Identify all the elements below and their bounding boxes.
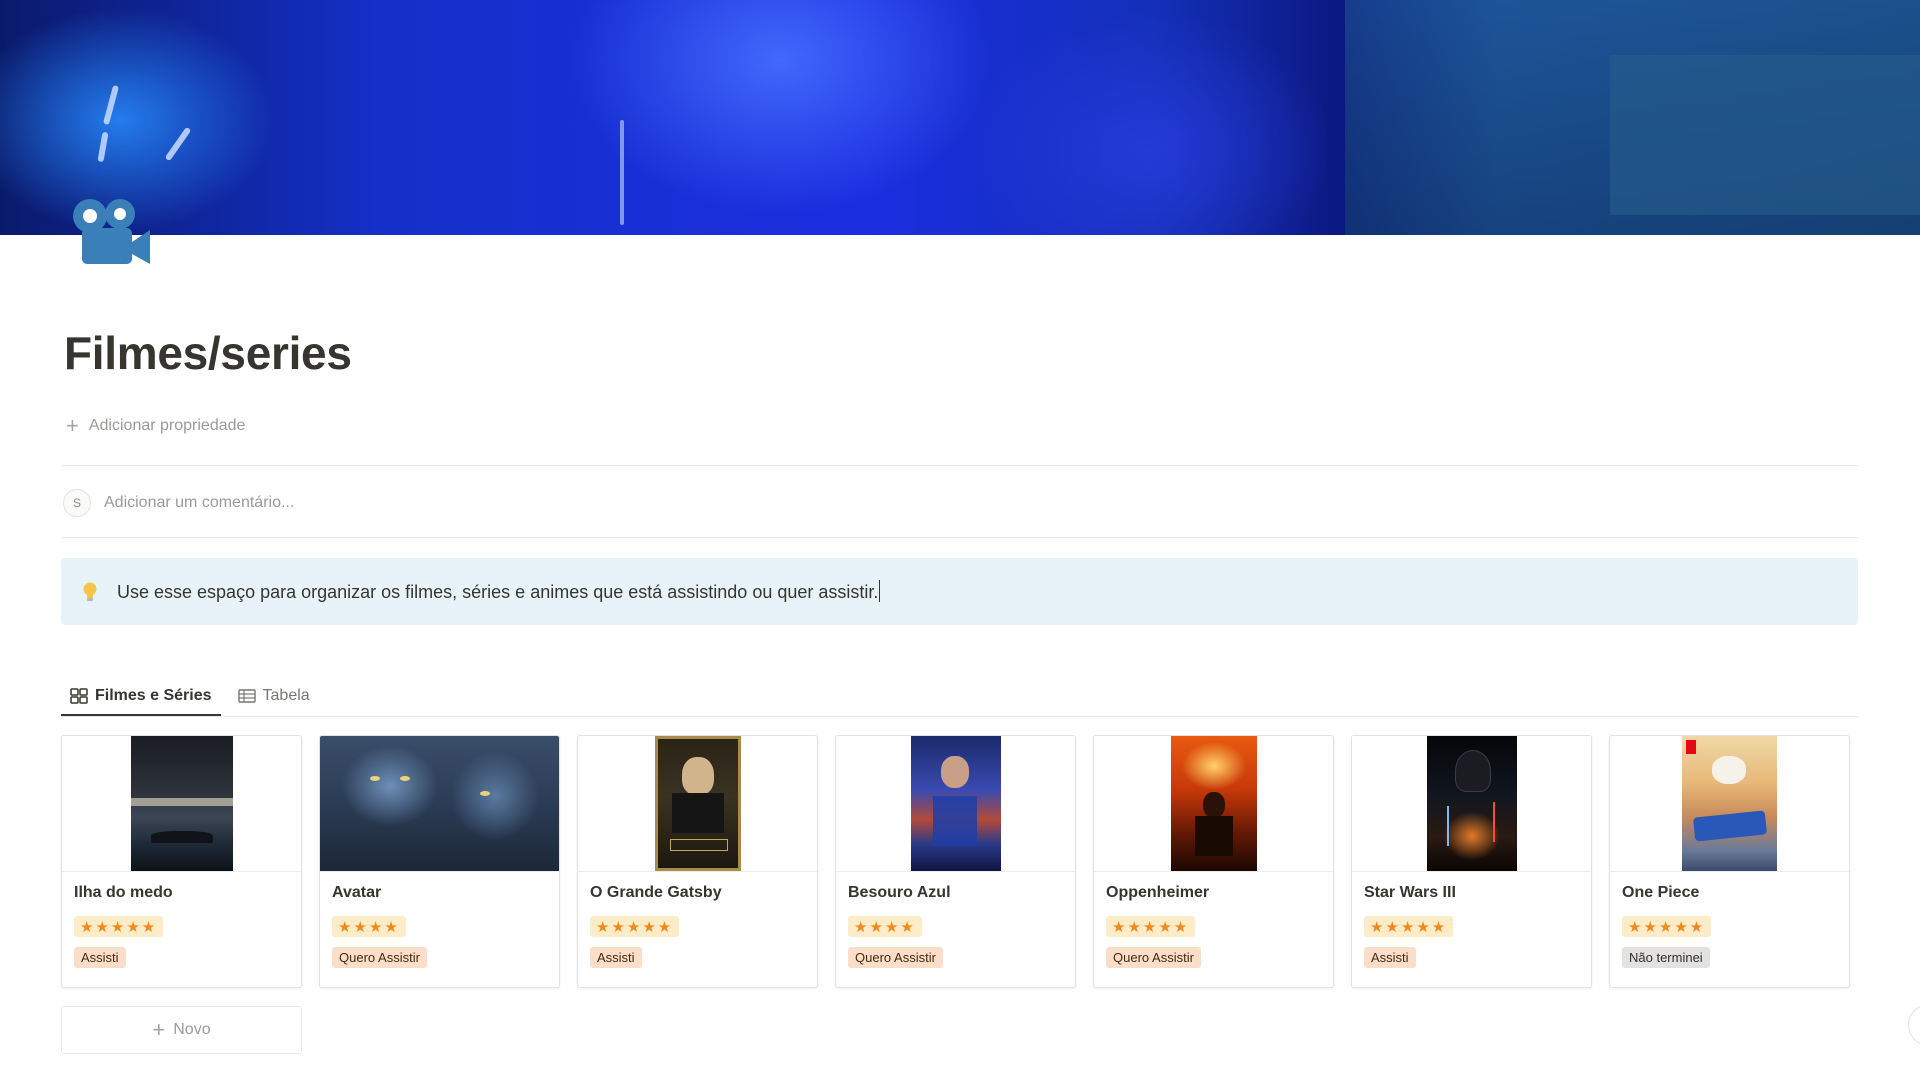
rating-stars: ★★★★★: [74, 916, 164, 937]
card-title: Ilha do medo: [74, 884, 173, 901]
status-tag: Assisti: [74, 947, 126, 968]
tab-tabela[interactable]: Tabela: [229, 678, 319, 714]
plus-icon: +: [66, 413, 79, 438]
poster-star-wars: [1426, 736, 1517, 871]
card-title: O Grande Gatsby: [590, 884, 722, 901]
status-tag: Não terminei: [1622, 947, 1710, 968]
gallery-card[interactable]: O Grande Gatsby ★★★★★ Assisti: [577, 735, 818, 988]
cover-image[interactable]: [0, 0, 1920, 235]
add-property-button[interactable]: + Adicionar propriedade: [66, 413, 245, 439]
help-button[interactable]: [1908, 1004, 1920, 1046]
avatar: S: [63, 489, 91, 517]
callout-block[interactable]: Use esse espaço para organizar os filmes…: [61, 558, 1858, 625]
card-title: Besouro Azul: [848, 884, 951, 901]
add-property-label: Adicionar propriedade: [88, 417, 246, 434]
card-title: Oppenheimer: [1106, 884, 1210, 901]
tab-label: Filmes e Séries: [95, 687, 212, 704]
poster-avatar: [320, 736, 559, 871]
lightbulb-icon: [83, 582, 97, 601]
tab-filmes-e-series[interactable]: Filmes e Séries: [61, 678, 221, 716]
gallery-card[interactable]: Avatar ★★★★ Quero Assistir: [319, 735, 560, 988]
tab-label: Tabela: [262, 687, 310, 704]
gallery-card[interactable]: Ilha do medo ★★★★★ Assisti: [61, 735, 302, 988]
callout-text: Use esse espaço para organizar os filmes…: [117, 582, 879, 602]
status-tag: Quero Assistir: [332, 947, 427, 968]
poster-besouro-azul: [910, 736, 1001, 871]
status-tag: Assisti: [590, 947, 642, 968]
new-card-button[interactable]: + Novo: [61, 1006, 302, 1054]
rating-stars: ★★★★: [332, 916, 406, 937]
poster-gatsby: [654, 736, 741, 871]
table-icon: [237, 689, 256, 703]
card-title: One Piece: [1622, 884, 1700, 901]
divider: [61, 465, 1858, 466]
plus-icon: +: [152, 1017, 166, 1042]
notion-page: Filmes/series + Adicionar propriedade S …: [0, 0, 1920, 1080]
poster-one-piece: [1682, 736, 1777, 871]
rating-stars: ★★★★★: [1622, 916, 1712, 937]
gallery-icon: [70, 688, 88, 704]
poster-ilha-do-medo: [130, 736, 233, 871]
gallery-card[interactable]: One Piece ★★★★★ Não terminei: [1609, 735, 1850, 988]
rating-stars: ★★★★: [848, 916, 922, 937]
divider: [61, 716, 1858, 717]
divider: [61, 537, 1858, 538]
poster-oppenheimer: [1170, 736, 1257, 871]
movie-camera-icon[interactable]: [68, 194, 152, 266]
status-tag: Quero Assistir: [1106, 947, 1201, 968]
new-card-label: Novo: [173, 1021, 211, 1038]
gallery-card[interactable]: Oppenheimer ★★★★★ Quero Assistir: [1093, 735, 1334, 988]
rating-stars: ★★★★★: [590, 916, 680, 937]
comment-placeholder: Adicionar um comentário...: [104, 494, 295, 511]
status-tag: Assisti: [1364, 947, 1416, 968]
gallery-view: Ilha do medo ★★★★★ Assisti Avatar ★★★★ Q…: [61, 735, 1858, 988]
rating-stars: ★★★★★: [1364, 916, 1454, 937]
comment-input[interactable]: S Adicionar um comentário...: [63, 488, 294, 518]
card-title: Avatar: [332, 884, 382, 901]
rating-stars: ★★★★★: [1106, 916, 1196, 937]
gallery-card[interactable]: Star Wars III ★★★★★ Assisti: [1351, 735, 1592, 988]
page-title[interactable]: Filmes/series: [64, 326, 352, 380]
card-title: Star Wars III: [1364, 884, 1456, 901]
status-tag: Quero Assistir: [848, 947, 943, 968]
gallery-card[interactable]: Besouro Azul ★★★★ Quero Assistir: [835, 735, 1076, 988]
text-cursor: [879, 580, 881, 602]
view-tabs: Filmes e Séries Tabela: [61, 678, 319, 716]
